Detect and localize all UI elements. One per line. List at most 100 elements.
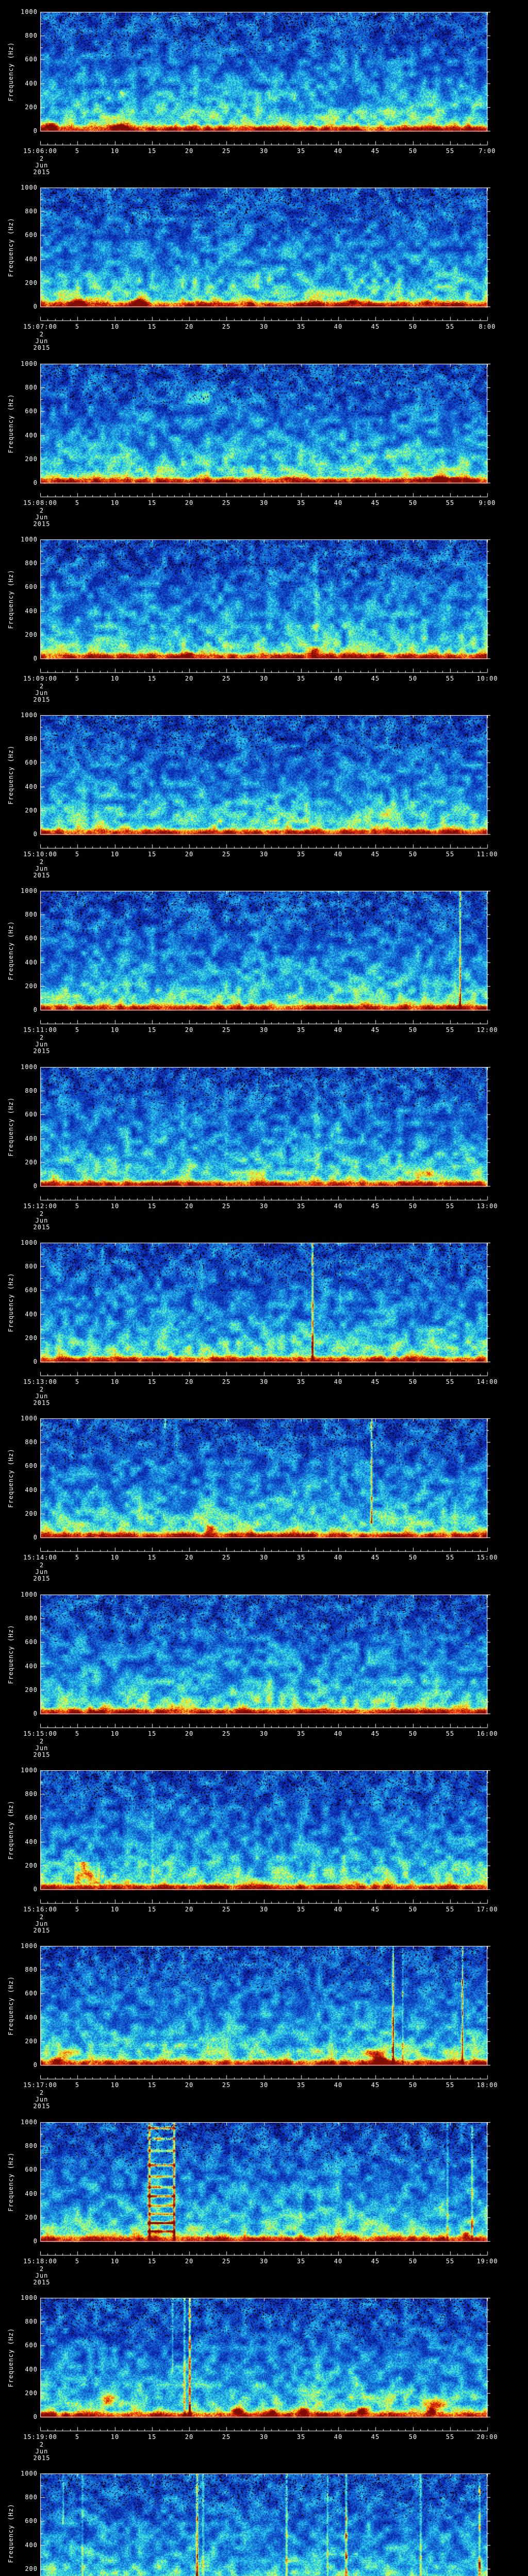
date-line: Jun <box>35 1393 48 1400</box>
x-axis-tick-label: 55 <box>446 1730 455 1737</box>
x-axis-tick-label: 5 <box>75 2081 80 2089</box>
x-axis-tick-label: 55 <box>446 1202 455 1210</box>
date-line: Jun <box>35 1217 48 1224</box>
x-axis-tick-label: 40 <box>334 851 343 858</box>
date-line: 2015 <box>33 1575 51 1582</box>
x-axis-tick-label: 20 <box>185 1378 194 1385</box>
y-axis-tick-label: 600 <box>25 583 38 590</box>
spectrogram-canvas <box>40 1946 492 2081</box>
x-axis-tick-label: 25 <box>222 2433 231 2441</box>
x-axis-tick-label: 30 <box>259 1026 269 1033</box>
spectrogram-panel: Frequency (Hz) 1000 800 600 400 200 0 15:09:0… <box>0 528 528 704</box>
spectrogram-panel: Frequency (Hz) 1000 800 600 400 200 0 15:06:0… <box>0 0 528 176</box>
spectrogram-panel: Frequency (Hz) 1000 800 600 400 200 0 15:18:0… <box>0 2110 528 2286</box>
y-axis-tick-label: 800 <box>25 2318 38 2325</box>
y-axis-tick-label: 800 <box>25 208 38 215</box>
x-axis-tick-label: 55 <box>446 1378 455 1385</box>
spectrogram-canvas <box>40 1418 492 1553</box>
x-axis-tick-label: 40 <box>334 1202 343 1210</box>
date-line: Jun <box>35 1744 48 1752</box>
x-axis-tick-label: 55 <box>446 1906 455 1913</box>
x-axis-tick-label: 40 <box>334 1730 343 1737</box>
x-axis-tick-label: 15 <box>147 2081 157 2089</box>
y-axis-tick-label: 200 <box>25 2214 38 2221</box>
y-axis-tick-label: 1000 <box>21 1415 38 1422</box>
date-line: 2 <box>39 1913 44 1921</box>
spectrogram-panel: Frequency (Hz) 1000 800 600 400 200 0 15:11:0… <box>0 879 528 1055</box>
x-end-time-label: 20:00 <box>476 2433 498 2441</box>
x-start-time-label: 15:19:00 <box>23 2433 57 2441</box>
date-line: Jun <box>35 865 48 872</box>
spectrogram-panel: Frequency (Hz) 1000 800 600 400 200 0 15:15:0… <box>0 1583 528 1759</box>
date-line: Jun <box>35 2096 48 2103</box>
spectrogram-canvas <box>40 2473 492 2576</box>
x-axis-tick-label: 30 <box>259 323 269 330</box>
x-axis-tick-label: 30 <box>259 851 269 858</box>
x-axis-tick-label: 45 <box>371 1730 380 1737</box>
x-end-time-label: 14:00 <box>476 1378 498 1385</box>
y-axis-title: Frequency (Hz) <box>7 1624 14 1684</box>
spectrogram-panel: Frequency (Hz) 1000 800 600 400 200 0 15:14:0… <box>0 1406 528 1583</box>
y-axis-tick-label: 800 <box>25 911 38 918</box>
y-axis-tick-label: 200 <box>25 807 38 814</box>
x-start-time-label: 15:09:00 <box>23 675 57 682</box>
spectrogram-canvas <box>40 891 492 1026</box>
x-axis-tick-label: 50 <box>408 851 418 858</box>
x-axis-tick-label: 35 <box>296 499 306 506</box>
y-axis-title: Frequency (Hz) <box>7 1976 14 2036</box>
date-line: 2 <box>39 683 44 690</box>
y-axis-tick-label: 1000 <box>21 1767 38 1774</box>
x-axis-tick-label: 30 <box>259 675 269 682</box>
spectrogram-canvas <box>40 1243 492 1378</box>
x-axis-tick-label: 25 <box>222 675 231 682</box>
date-line: Jun <box>35 1568 48 1575</box>
x-axis-tick-label: 20 <box>185 147 194 155</box>
x-axis-tick-label: 10 <box>110 1202 120 1210</box>
x-axis-tick-label: 45 <box>371 1554 380 1561</box>
y-axis-tick-label: 1000 <box>21 184 38 191</box>
x-axis-tick-label: 50 <box>408 675 418 682</box>
x-axis-tick-label: 25 <box>222 1906 231 1913</box>
spectrogram-panel: Frequency (Hz) 1000 800 600 400 200 0 15:13:0… <box>0 1231 528 1407</box>
y-axis-tick-label: 1000 <box>21 1591 38 1598</box>
x-start-time-label: 15:12:00 <box>23 1202 57 1210</box>
x-end-time-label: 7:00 <box>478 147 496 155</box>
y-axis-tick-label: 400 <box>25 2541 38 2549</box>
x-axis-tick-label: 50 <box>408 1906 418 1913</box>
y-axis-title: Frequency (Hz) <box>7 1448 14 1508</box>
x-axis-tick-label: 25 <box>222 1378 231 1385</box>
y-axis-tick-label: 400 <box>25 1135 38 1142</box>
y-axis-tick-label: 600 <box>25 1111 38 1118</box>
x-axis-tick-label: 10 <box>110 2081 120 2089</box>
x-axis-tick-label: 50 <box>408 499 418 506</box>
y-axis-tick-label: 1000 <box>21 2119 38 2126</box>
x-axis-tick-label: 20 <box>185 2258 194 2265</box>
y-axis-tick-label: 600 <box>25 2517 38 2524</box>
y-axis-tick-label: 200 <box>25 104 38 111</box>
date-line: Jun <box>35 514 48 521</box>
y-axis-tick-label: 0 <box>33 2413 38 2420</box>
date-line: 2015 <box>33 1224 51 1231</box>
y-axis-tick-label: 800 <box>25 735 38 742</box>
x-axis-tick-label: 15 <box>147 147 157 155</box>
y-axis-tick-label: 0 <box>33 1886 38 1893</box>
y-axis-title: Frequency (Hz) <box>7 745 14 805</box>
x-axis-tick-label: 25 <box>222 499 231 506</box>
x-start-time-label: 15:16:00 <box>23 1906 57 1913</box>
y-axis-title: Frequency (Hz) <box>7 42 14 101</box>
y-axis-tick-label: 800 <box>25 1438 38 1446</box>
date-line: 2015 <box>33 2454 51 2462</box>
x-axis-tick-label: 15 <box>147 1026 157 1033</box>
x-axis-tick-label: 45 <box>371 1026 380 1033</box>
y-axis-tick-label: 400 <box>25 1663 38 1670</box>
x-end-time-label: 16:00 <box>476 1730 498 1737</box>
date-line: 2 <box>39 155 44 162</box>
date-line: 2015 <box>33 520 51 528</box>
y-axis-tick-label: 800 <box>25 2142 38 2149</box>
x-axis-tick-label: 40 <box>334 1906 343 1913</box>
x-axis-tick-label: 45 <box>371 851 380 858</box>
y-axis-tick-label: 1000 <box>21 2470 38 2477</box>
y-axis-tick-label: 600 <box>25 1990 38 1997</box>
x-axis-tick-label: 30 <box>259 499 269 506</box>
x-axis-tick-label: 30 <box>259 1730 269 1737</box>
